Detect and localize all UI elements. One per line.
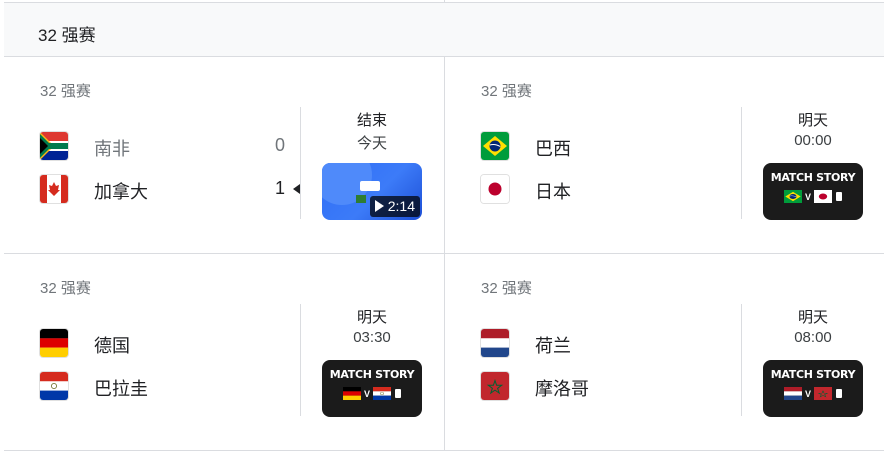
germany-flag-icon [343,387,361,400]
match-status: 结束 [356,112,387,129]
match-story-label: MATCH STORY [329,368,415,381]
match-day: 明天 [356,309,387,326]
team-name: 巴西 [535,139,571,159]
video-duration: 2:14 [387,198,415,214]
versus-label: V [804,388,811,399]
team-row-home: 巴西 [481,131,731,161]
play-icon [374,200,384,212]
match-time: 03:30 [353,329,391,346]
team-row-away: 加拿大 1 [40,174,300,204]
match-story-label: MATCH STORY [770,171,856,184]
team-row-home: 荷兰 [481,328,731,358]
team-name: 德国 [94,336,130,356]
match-card-south-africa-canada[interactable]: 32 强赛 南非 0 加拿大 1 结束 今天 2:14 [4,57,444,253]
paraguay-flag-icon [373,387,391,400]
match-day: 明天 [797,112,828,129]
brazil-flag-icon [481,132,509,160]
thumbnail-graphic [360,181,380,191]
phone-icon [395,389,401,399]
card-divider [741,304,742,416]
bottom-border [4,450,884,451]
team-score: 1 [274,178,285,198]
card-divider [300,304,301,416]
paraguay-flag-icon [40,372,68,400]
match-time: 00:00 [794,132,832,149]
team-row-away: 摩洛哥 [481,371,731,401]
morocco-flag-icon [481,372,509,400]
team-row-home: 德国 [40,328,290,358]
match-stage-label: 32 强赛 [481,83,532,100]
card-divider [741,107,742,219]
match-stage-label: 32 强赛 [481,280,532,297]
story-flags: V [763,188,863,206]
japan-flag-icon [481,175,509,203]
brazil-flag-icon [784,190,802,203]
morocco-flag-icon [814,387,832,400]
match-story-thumbnail[interactable]: MATCH STORY V [763,360,863,417]
match-card-netherlands-morocco[interactable]: 32 强赛 荷兰 摩洛哥 明天 08:00 MATCH STORY V [445,254,885,450]
team-name: 荷兰 [535,336,571,356]
team-row-away: 巴拉圭 [40,371,290,401]
south-africa-flag-icon [40,132,68,160]
canada-flag-icon [40,175,68,203]
team-name: 摩洛哥 [535,379,589,399]
match-card-brazil-japan[interactable]: 32 强赛 巴西 日本 明天 00:00 MATCH STORY V [445,57,885,253]
match-stage-label: 32 强赛 [40,83,91,100]
japan-flag-icon [814,190,832,203]
team-row-home: 南非 0 [40,131,290,161]
phone-icon [836,192,842,202]
match-stage-label: 32 强赛 [40,280,91,297]
team-name: 加拿大 [94,182,148,202]
thumbnail-graphic [356,195,366,203]
team-row-away: 日本 [481,174,731,204]
match-time: 08:00 [794,329,832,346]
story-flags: V [763,385,863,403]
match-story-label: MATCH STORY [770,368,856,381]
versus-label: V [804,191,811,202]
germany-flag-icon [40,329,68,357]
team-name: 南非 [94,139,130,159]
round-title: 32 强赛 [38,26,96,45]
team-name: 日本 [535,182,571,202]
team-name: 巴拉圭 [94,379,148,399]
phone-icon [836,389,842,399]
scores-widget: 32 强赛 32 强赛 南非 0 加拿大 1 结束 今天 2:14 32 强赛 [0,0,893,452]
video-duration-badge: 2:14 [369,196,420,217]
winner-arrow-icon [293,184,300,194]
highlights-video-thumbnail[interactable]: 2:14 [322,163,422,220]
match-story-thumbnail[interactable]: MATCH STORY V [763,163,863,220]
story-flags: V [322,385,422,403]
versus-label: V [363,388,370,399]
match-day: 明天 [797,309,828,326]
netherlands-flag-icon [784,387,802,400]
match-card-germany-paraguay[interactable]: 32 强赛 德国 巴拉圭 明天 03:30 MATCH STORY V [4,254,444,450]
card-divider [300,107,301,219]
match-date: 今天 [356,135,387,152]
round-header: 32 强赛 [4,3,884,57]
team-score: 0 [274,135,285,155]
netherlands-flag-icon [481,329,509,357]
match-story-thumbnail[interactable]: MATCH STORY V [322,360,422,417]
